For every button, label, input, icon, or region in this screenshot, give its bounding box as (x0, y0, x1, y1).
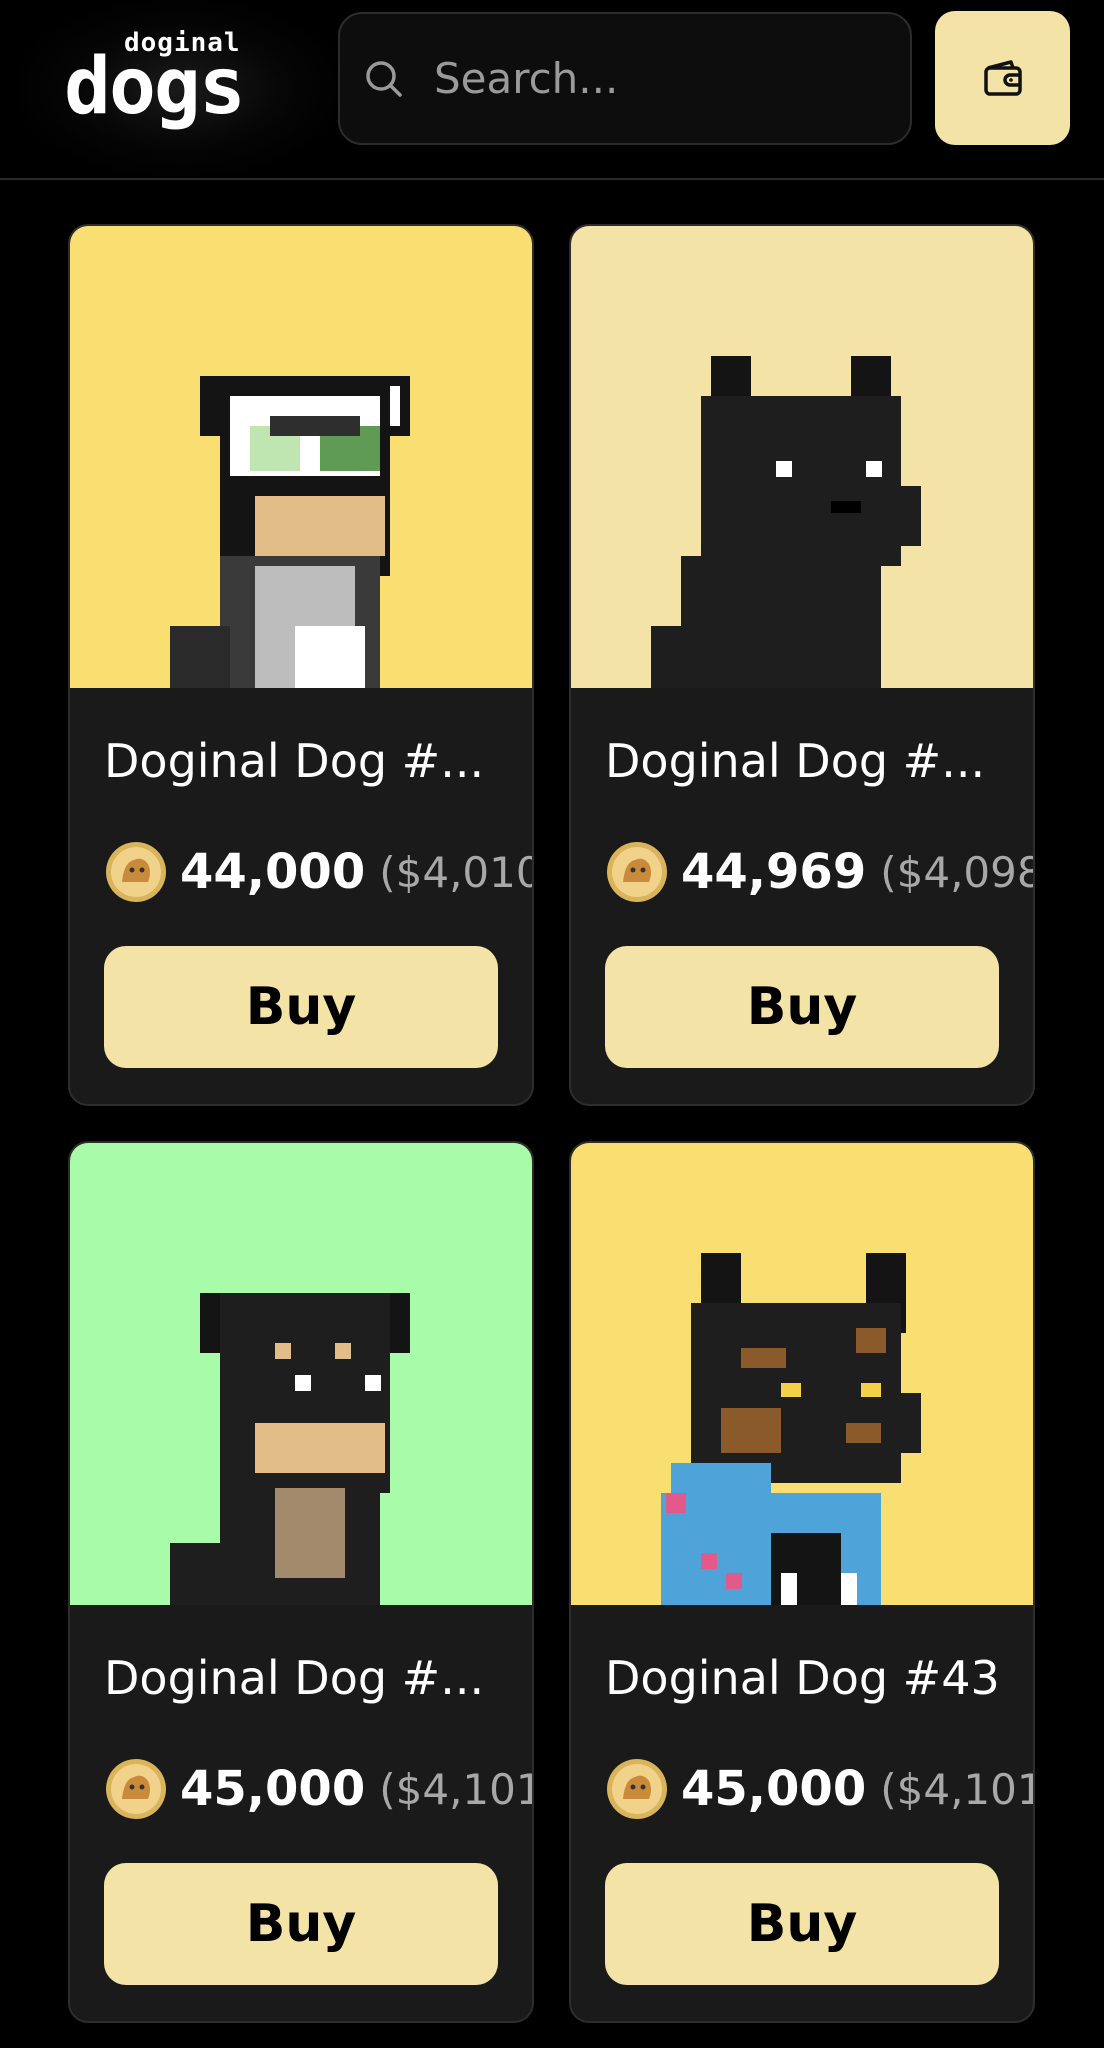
price-value: 45,000 (180, 1761, 366, 1817)
nft-title: Doginal Dog #43 (605, 1651, 1000, 1705)
top-bar: doginal dogs (0, 0, 1104, 180)
nft-image[interactable] (571, 1143, 1033, 1605)
doginal-dogs-logo[interactable]: doginal dogs (64, 28, 284, 128)
buy-button[interactable]: Buy (104, 946, 498, 1068)
price-row: 45,000 ($4,101) (605, 1757, 1033, 1821)
search-box[interactable] (338, 12, 912, 145)
pixel-dog-image (70, 1143, 532, 1605)
nft-card[interactable]: Doginal Dog #... 44,000 ($4,010) Buy (68, 224, 534, 1106)
dogecoin-icon (607, 842, 667, 902)
dogecoin-icon (106, 1759, 166, 1819)
nft-title: Doginal Dog #... (104, 734, 485, 788)
price-row: 45,000 ($4,101) (104, 1757, 532, 1821)
nft-card[interactable]: Doginal Dog #... 45,000 ($4,101) Buy (68, 1141, 534, 2023)
dogecoin-icon (607, 1759, 667, 1819)
price-usd: ($4,010) (379, 847, 532, 897)
price-value: 44,969 (681, 844, 867, 900)
nft-title: Doginal Dog #... (605, 734, 986, 788)
pixel-dog-image (70, 226, 532, 688)
dogecoin-icon (106, 842, 166, 902)
nft-image[interactable] (70, 1143, 532, 1605)
buy-button[interactable]: Buy (605, 1863, 999, 1985)
pixel-dog-image (571, 226, 1033, 688)
price-row: 44,000 ($4,010) (104, 840, 532, 904)
pixel-dog-image (571, 1143, 1033, 1605)
nft-image[interactable] (70, 226, 532, 688)
search-icon (366, 60, 402, 97)
buy-button[interactable]: Buy (104, 1863, 498, 1985)
nft-card[interactable]: Doginal Dog #... 44,969 ($4,098) Buy (569, 224, 1035, 1106)
price-usd: ($4,101) (379, 1764, 532, 1814)
nft-title: Doginal Dog #... (104, 1651, 485, 1705)
nft-card[interactable]: Doginal Dog #43 45,000 ($4,101) Buy (569, 1141, 1035, 2023)
logo-big-text: dogs (64, 42, 246, 132)
wallet-button[interactable] (935, 11, 1070, 145)
search-input[interactable] (432, 53, 892, 104)
buy-button[interactable]: Buy (605, 946, 999, 1068)
price-row: 44,969 ($4,098) (605, 840, 1033, 904)
price-value: 45,000 (681, 1761, 867, 1817)
price-usd: ($4,098) (880, 847, 1033, 897)
nft-image[interactable] (571, 226, 1033, 688)
price-value: 44,000 (180, 844, 366, 900)
price-usd: ($4,101) (880, 1764, 1033, 1814)
wallet-icon (983, 60, 1022, 96)
